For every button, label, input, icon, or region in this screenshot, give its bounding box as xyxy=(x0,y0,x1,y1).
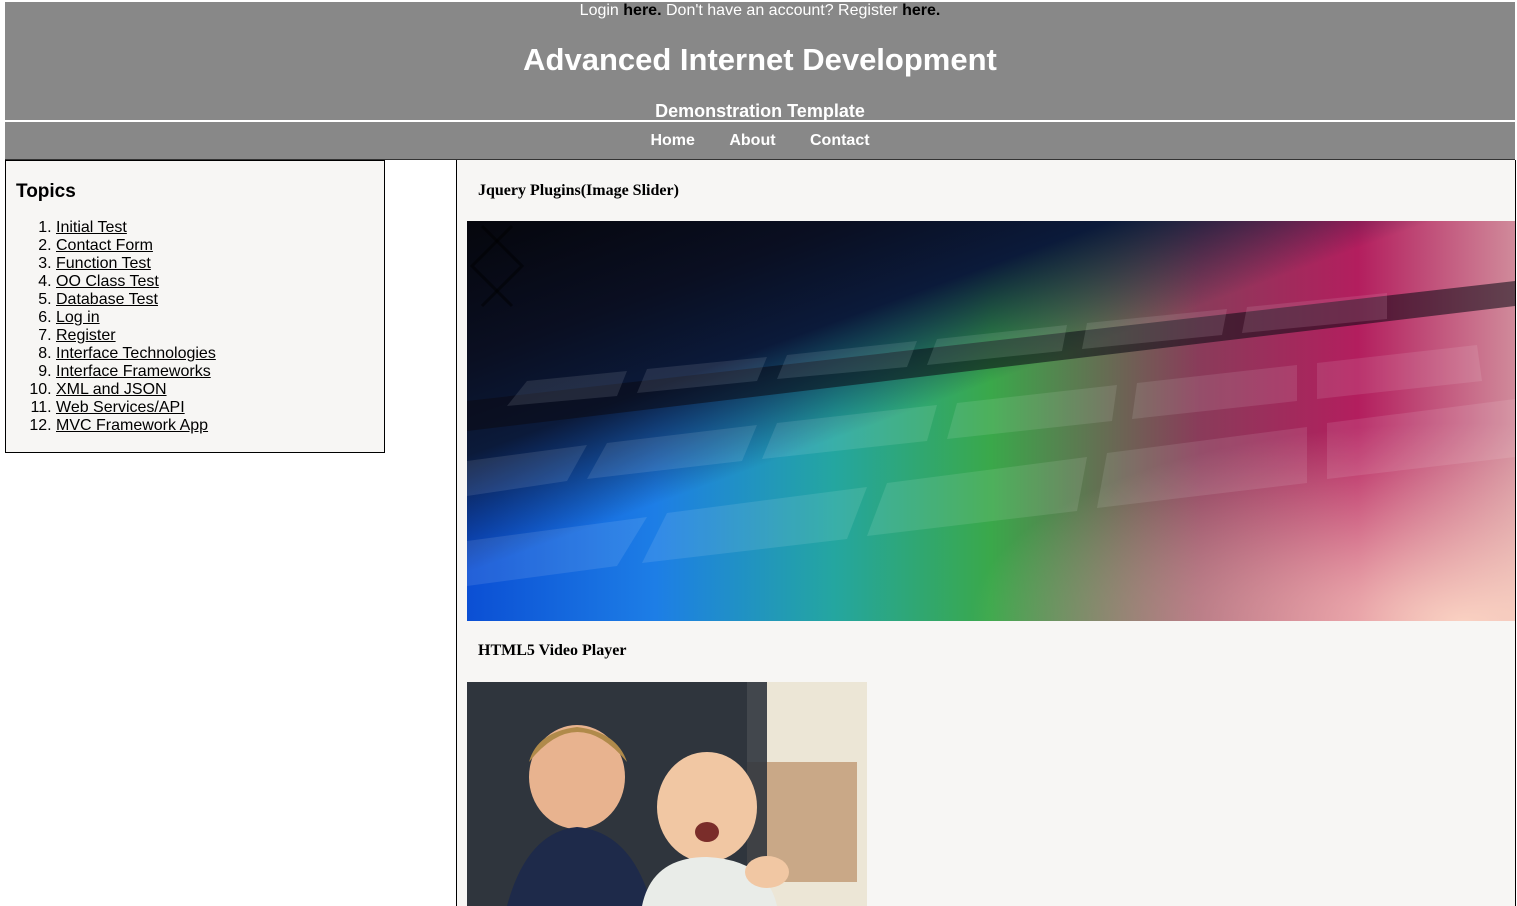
video-heading: HTML5 Video Player xyxy=(478,642,627,659)
topics-list: Initial Test Contact Form Function Test … xyxy=(16,219,216,435)
login-prefix: Login xyxy=(579,2,619,19)
list-item: XML and JSON xyxy=(56,381,216,399)
list-item: Register xyxy=(56,327,216,345)
topic-link-interface-frameworks[interactable]: Interface Frameworks xyxy=(56,363,211,380)
topic-link-interface-technologies[interactable]: Interface Technologies xyxy=(56,345,216,362)
topic-link-web-services-api[interactable]: Web Services/API xyxy=(56,399,185,416)
slider-heading: Jquery Plugins(Image Slider) xyxy=(478,182,679,199)
chevron-right-icon[interactable] xyxy=(467,221,527,311)
topic-link-mvc-framework-app[interactable]: MVC Framework App xyxy=(56,417,208,434)
list-item: Database Test xyxy=(56,291,216,309)
list-item: MVC Framework App xyxy=(56,417,216,435)
main-nav: Home About Contact xyxy=(5,122,1515,160)
list-item: Function Test xyxy=(56,255,216,273)
image-slider[interactable] xyxy=(467,221,1515,621)
login-link[interactable]: here. xyxy=(623,2,661,19)
list-item: Log in xyxy=(56,309,216,327)
topic-link-database-test[interactable]: Database Test xyxy=(56,291,158,308)
topic-link-xml-and-json[interactable]: XML and JSON xyxy=(56,381,167,398)
list-item: Interface Technologies xyxy=(56,345,216,363)
list-item: Initial Test xyxy=(56,219,216,237)
list-item: Contact Form xyxy=(56,237,216,255)
site-title: Advanced Internet Development xyxy=(523,42,997,77)
list-item: Web Services/API xyxy=(56,399,216,417)
nav-about[interactable]: About xyxy=(729,122,775,159)
topics-heading: Topics xyxy=(16,181,76,202)
site-header: Login here. Don't have an account? Regis… xyxy=(5,2,1515,121)
list-item: OO Class Test xyxy=(56,273,216,291)
topic-link-log-in[interactable]: Log in xyxy=(56,309,100,326)
register-link[interactable]: here. xyxy=(902,2,940,19)
topic-link-function-test[interactable]: Function Test xyxy=(56,255,151,272)
children-video-frame xyxy=(467,682,867,906)
topics-sidebar: Topics Initial Test Contact Form Functio… xyxy=(5,160,385,453)
list-item: Interface Frameworks xyxy=(56,363,216,381)
topic-link-initial-test[interactable]: Initial Test xyxy=(56,219,127,236)
main-content: Jquery Plugins(Image Slider) HTML5 Video… xyxy=(456,160,1516,906)
register-prefix: Don't have an account? Register xyxy=(665,2,898,19)
site-subtitle: Demonstration Template xyxy=(655,101,865,121)
video-player[interactable] xyxy=(467,682,867,906)
topic-link-register[interactable]: Register xyxy=(56,327,116,344)
nav-home[interactable]: Home xyxy=(650,122,694,159)
topic-link-oo-class-test[interactable]: OO Class Test xyxy=(56,273,159,290)
nav-contact[interactable]: Contact xyxy=(810,122,870,159)
keyboard-photo xyxy=(467,281,1515,586)
login-line: Login here. Don't have an account? Regis… xyxy=(5,2,1515,20)
topic-link-contact-form[interactable]: Contact Form xyxy=(56,237,153,254)
